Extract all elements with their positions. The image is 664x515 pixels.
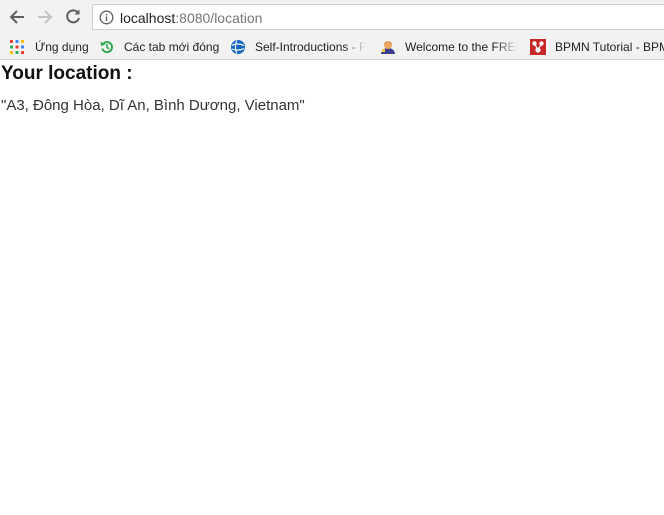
bookmark-label: BPMN Tutorial - BPM	[555, 40, 664, 54]
browser-toolbar: localhost:8080/location	[0, 0, 664, 34]
bookmark-label: Self-Introductions - F	[255, 40, 367, 54]
apps-grid-icon	[10, 40, 24, 54]
history-icon	[100, 41, 113, 54]
bookmarks-bar: Ứng dụng Các tab mới đóng Self-Introduct…	[0, 34, 664, 60]
page-content: Your location : "A3, Đông Hòa, Dĩ An, Bì…	[0, 61, 664, 515]
bookmark-recent-tabs[interactable]: Các tab mới đóng	[99, 37, 223, 57]
bookmark-apps[interactable]: Ứng dụng	[9, 37, 92, 57]
bookmark-welcome[interactable]: Welcome to the FREE	[380, 37, 518, 57]
forward-arrow-icon	[38, 10, 53, 24]
forward-button[interactable]	[34, 6, 56, 28]
info-icon[interactable]	[99, 10, 114, 25]
reload-icon	[66, 9, 80, 24]
bookmark-label: Các tab mới đóng	[124, 40, 220, 54]
bookmark-label: Ứng dụng	[35, 40, 89, 54]
bpmn-icon	[530, 39, 546, 55]
url-host: localhost	[120, 10, 176, 26]
location-address: "A3, Đông Hòa, Dĩ An, Bình Dương, Vietna…	[1, 97, 305, 114]
back-button[interactable]	[6, 6, 28, 28]
bookmark-bpmn-tutorial[interactable]: BPMN Tutorial - BPM	[530, 37, 664, 57]
reload-button[interactable]	[62, 6, 84, 28]
globe-icon	[231, 40, 245, 54]
url-path: :8080/location	[175, 10, 263, 26]
url-text[interactable]: localhost:8080/location	[120, 10, 262, 26]
back-arrow-icon	[9, 10, 24, 24]
avatar-icon	[381, 41, 395, 54]
bookmark-label: Welcome to the FREE	[405, 40, 518, 54]
bookmark-self-introductions[interactable]: Self-Introductions - F	[230, 37, 367, 57]
address-bar[interactable]: localhost:8080/location	[92, 4, 664, 30]
page-heading: Your location :	[1, 63, 133, 84]
